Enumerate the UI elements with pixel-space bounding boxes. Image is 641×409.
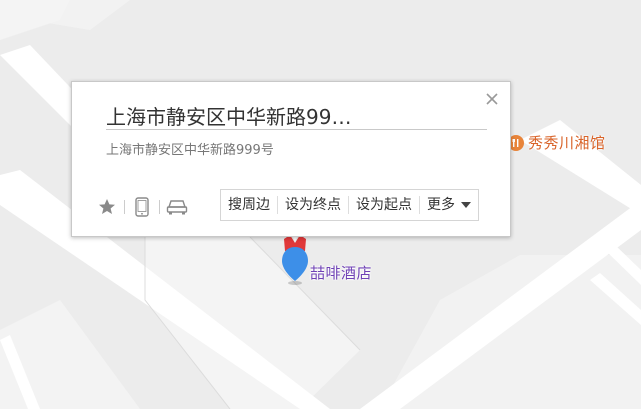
info-address: 上海市静安区中华新路999号 [106,143,274,158]
search-nearby-button[interactable]: 搜周边 [221,190,277,220]
info-tools [96,196,188,218]
car-icon[interactable] [166,196,188,218]
set-origin-button[interactable]: 设为起点 [349,190,419,220]
info-title: 上海市静安区中华新路99… [106,105,352,129]
star-icon[interactable] [96,196,118,218]
info-window: 上海市静安区中华新路99… 上海市静安区中华新路999号 搜周边 设为终点 设为… [71,81,511,237]
more-dropdown-button[interactable]: 更多 [420,190,478,220]
location-marker[interactable] [280,233,310,285]
action-button-group: 搜周边 设为终点 设为起点 更多 [220,189,479,221]
map-view[interactable]: 秀秀川湘馆 喆啡酒店 上海市静安区中华新路99… 上海市静安区中华新路999号 [0,0,641,409]
more-label: 更多 [427,197,455,213]
tool-separator [124,200,125,214]
phone-icon[interactable] [131,196,153,218]
tool-separator [159,200,160,214]
poi-restaurant-label: 秀秀川湘馆 [528,134,606,152]
divider [106,129,487,130]
poi-restaurant[interactable]: 秀秀川湘馆 [508,132,606,153]
map-pin-icon [282,235,308,285]
caret-down-icon [461,202,471,208]
set-destination-button[interactable]: 设为终点 [278,190,348,220]
poi-hotel-label[interactable]: 喆啡酒店 [310,262,372,283]
